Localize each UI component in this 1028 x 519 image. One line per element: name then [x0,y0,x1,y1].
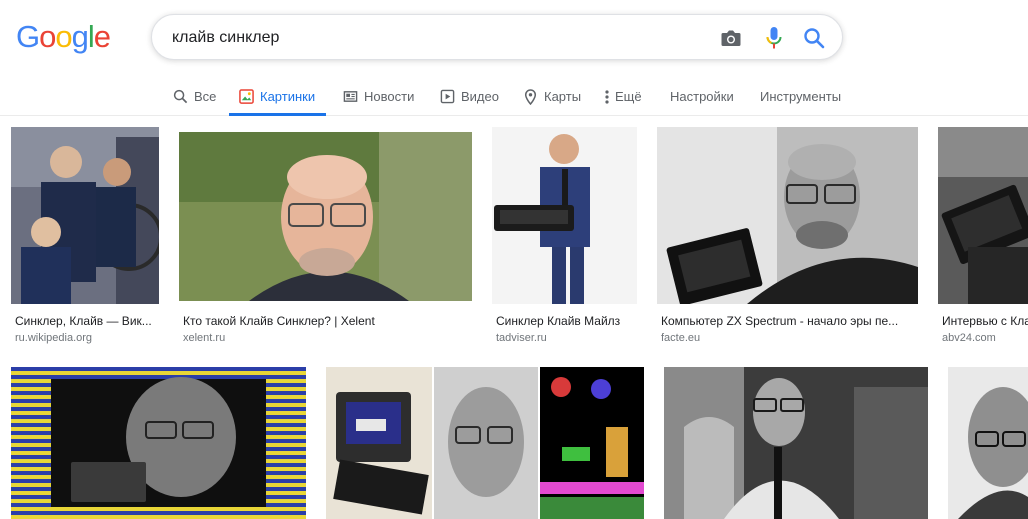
logo-letter: G [16,19,40,54]
tab-label: Инструменты [760,89,842,104]
logo-letter: o [55,19,72,54]
play-icon [439,89,455,105]
search-input[interactable] [172,26,692,50]
logo-letter: o [39,19,56,54]
image-result[interactable]: Кто такой Клайв Синклер? | Xelent xelent… [179,132,472,347]
result-caption: Интервью с Клайвом [942,314,1028,328]
google-logo[interactable]: Google [16,19,111,54]
image-result[interactable] [11,367,306,519]
image-result[interactable] [948,367,1028,519]
tab-video[interactable]: Видео [439,78,499,115]
tab-label: Настройки [670,89,734,104]
result-caption: Компьютер ZX Spectrum - начало эры пе... [661,314,899,328]
image-result[interactable] [664,367,928,519]
result-caption: Синклер Клайв Майлз [496,314,621,328]
result-thumbnail[interactable] [938,127,1028,304]
result-thumbnail[interactable] [664,367,928,519]
tab-all[interactable]: Все [172,78,216,115]
image-result[interactable]: Компьютер ZX Spectrum - начало эры пе...… [657,127,918,347]
tab-more[interactable]: Ещё [603,78,642,115]
result-domain: ru.wikipedia.org [15,332,93,344]
newspaper-icon [342,89,358,105]
result-thumbnail[interactable] [948,367,1028,519]
search-box [151,14,843,60]
microphone-icon[interactable] [762,26,786,50]
tab-label: Новости [364,89,415,104]
logo-letter: g [71,19,89,54]
camera-icon[interactable] [719,26,743,50]
tab-news[interactable]: Новости [342,78,414,115]
result-thumbnail[interactable] [11,127,159,304]
tab-maps[interactable]: Карты [522,78,581,115]
tab-settings[interactable]: Настройки [670,78,734,115]
tab-label: Все [194,89,217,104]
tab-label: Ещё [615,89,642,104]
result-thumbnail[interactable] [326,367,644,519]
result-caption: Кто такой Клайв Синклер? | Xelent [183,314,375,328]
search-icon[interactable] [802,26,826,50]
search-icon [172,89,188,105]
result-domain: xelent.ru [183,332,226,344]
tab-label: Карты [544,89,582,104]
tab-images[interactable]: Картинки [229,78,327,116]
result-thumbnail[interactable] [11,367,306,519]
result-domain: tadviser.ru [496,332,547,344]
tab-label: Картинки [260,89,316,104]
map-pin-icon [522,88,538,105]
result-thumbnail[interactable] [657,127,918,304]
result-thumbnail[interactable] [179,132,472,301]
image-result[interactable] [326,367,644,519]
tab-tools[interactable]: Инструменты [760,78,841,115]
more-vert-icon [603,89,611,105]
result-thumbnail[interactable] [492,127,637,304]
result-caption: Синклер, Клайв — Вик... [15,314,152,328]
result-domain: facte.eu [661,332,701,344]
image-result[interactable]: Синклер Клайв Майлз tadviser.ru [492,127,637,347]
image-result[interactable]: Интервью с Клайвом abv24.com [938,127,1028,347]
image-icon [238,89,254,105]
tab-label: Видео [461,89,499,104]
image-result[interactable]: Синклер, Клайв — Вик... ru.wikipedia.org [11,127,159,347]
logo-letter: e [93,19,111,54]
search-tabs: Все Картинки Новости Видео Карты Ещё Нас… [0,78,1028,116]
result-domain: abv24.com [942,332,996,344]
